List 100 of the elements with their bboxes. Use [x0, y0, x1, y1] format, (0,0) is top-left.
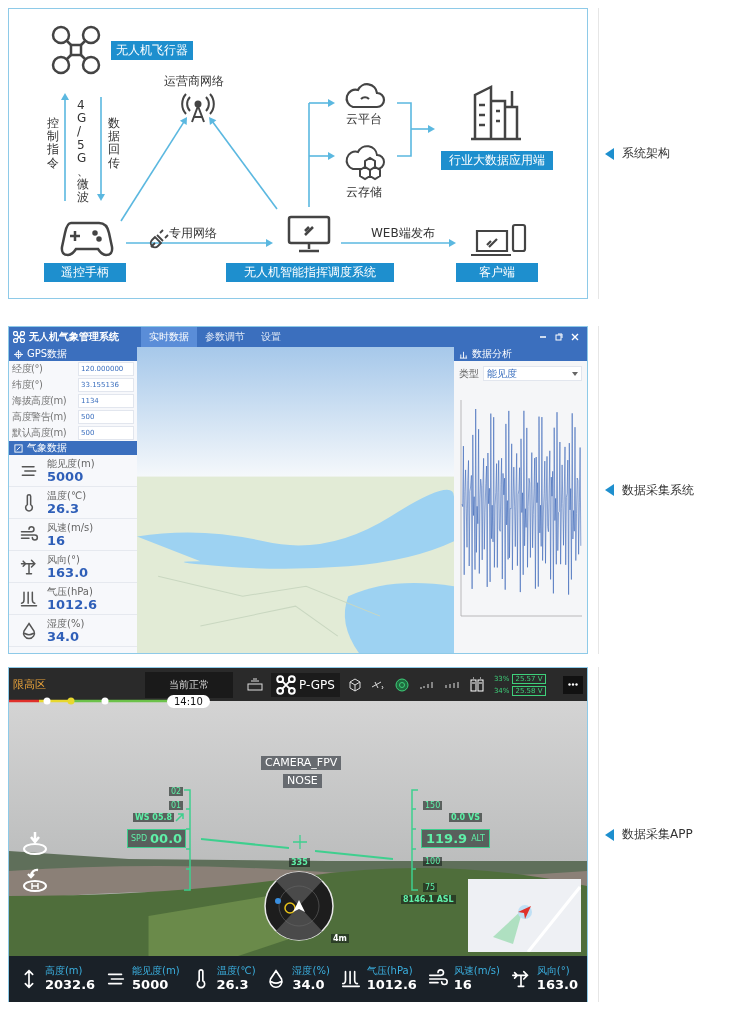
- close-icon[interactable]: [571, 333, 579, 341]
- arrow: [308, 99, 335, 107]
- status-box: 当前正常: [145, 671, 233, 698]
- edge-label: 数据回传: [108, 117, 120, 170]
- app-title: 无人机气象管理系统: [29, 330, 119, 344]
- camera-label: CAMERA_FPV: [261, 756, 342, 770]
- connector-line: [396, 102, 412, 157]
- section-title: GPS数据: [27, 347, 68, 361]
- crosshair-icon: [14, 349, 23, 359]
- edge-label: 专用网络: [169, 225, 217, 242]
- edit-icon: [14, 443, 23, 453]
- gamepad-icon: [60, 221, 114, 257]
- telemetry-value: 26.3: [216, 977, 250, 993]
- landing-button[interactable]: [21, 829, 49, 857]
- node-label: 云平台: [346, 111, 382, 128]
- pointer-icon: [605, 828, 614, 841]
- drone-icon: [51, 25, 101, 75]
- speed-label: SPD: [131, 834, 148, 843]
- telemetry-value: 34.0: [292, 977, 326, 993]
- node-label: 无人机飞行器: [111, 41, 193, 60]
- reading-label: 能见度(m): [47, 457, 95, 469]
- telemetry-label: 风速(m/s): [453, 965, 500, 977]
- reading-label: 气压(hPa): [47, 585, 94, 597]
- scale-label: 150: [423, 801, 443, 810]
- return-home-icon: [22, 867, 48, 893]
- distance-readout: 4m: [331, 934, 349, 943]
- field-label: 默认高度(m): [12, 426, 68, 440]
- plug-icon: [149, 229, 169, 249]
- telemetry-label: 温度(℃): [216, 965, 256, 977]
- asl-readout: 8146.1 ASL: [401, 895, 456, 904]
- scale-label: 01: [169, 801, 184, 810]
- caret-icon: [572, 371, 578, 376]
- wind-speed-readout: WS 05.8: [133, 813, 175, 822]
- telemetry-value: 5000: [132, 977, 170, 993]
- cloud-storage-icon: [345, 145, 385, 181]
- edge-label: 4G/5G、微波: [77, 99, 89, 205]
- telemetry-label: 高度(m): [44, 965, 84, 977]
- antenna-icon: [181, 93, 215, 123]
- node-label: 云存储: [346, 184, 382, 201]
- telemetry-label: 气压(hPa): [366, 965, 414, 977]
- reading-label: 风向(°): [47, 553, 81, 565]
- section-label: 系统架构: [622, 145, 670, 162]
- section-title: 数据分析: [472, 347, 512, 361]
- restore-icon[interactable]: [555, 333, 563, 341]
- field-label: 高度警告(m): [12, 410, 68, 424]
- drone-icon: [13, 331, 25, 343]
- return-home-button[interactable]: [21, 866, 49, 894]
- telemetry-label: 能见度(m): [132, 965, 180, 977]
- heading-readout: 335: [289, 858, 310, 867]
- reading-label: 温度(℃): [47, 489, 87, 501]
- signal-icon: [417, 679, 436, 690]
- reading-value: 1012.6: [47, 596, 98, 612]
- node-label: 运营商网络: [164, 73, 224, 90]
- section-label: 数据采集APP: [622, 826, 693, 843]
- drone-icon: [276, 674, 296, 695]
- chart-icon: [459, 349, 468, 359]
- arrow: [410, 125, 435, 133]
- nav-tab[interactable]: 实时数据: [141, 327, 197, 347]
- cube-icon: [347, 677, 362, 692]
- node-label: 行业大数据应用端: [441, 151, 553, 170]
- view-label: NOSE: [283, 774, 322, 788]
- pointer-icon: [605, 484, 614, 496]
- reading-value: 26.3: [47, 500, 80, 516]
- field-label: 经度(°): [12, 362, 44, 376]
- nav-tab[interactable]: 参数调节: [197, 327, 253, 347]
- section-title: 气象数据: [27, 441, 67, 455]
- edge-label: 控制指令: [47, 117, 59, 170]
- arrow: [308, 152, 335, 160]
- telemetry-value: 16: [453, 977, 473, 993]
- field-label: 海拔高度(m): [12, 394, 68, 408]
- telemetry-label: 湿度(%): [292, 965, 330, 977]
- pressure-icon: [339, 968, 362, 990]
- reading-label: 风速(m/s): [47, 521, 94, 533]
- node-label: 客户端: [456, 263, 538, 282]
- target-icon: [393, 676, 410, 693]
- edge-label: WEB端发布: [371, 225, 435, 242]
- nav-tab[interactable]: 设置: [253, 327, 289, 347]
- reading-value: 34.0: [47, 628, 80, 644]
- altitude-label: ALT: [471, 834, 485, 843]
- telemetry-value: 163.0: [536, 977, 578, 993]
- speed-value: 00.0: [150, 831, 183, 846]
- vertical-speed-readout: 0.0 VS: [449, 813, 482, 822]
- battery-icon: [469, 676, 486, 693]
- node-label: 遥控手柄: [44, 263, 126, 282]
- flight-time: 14:10: [167, 695, 210, 708]
- telemetry-label: 风向(°): [536, 965, 571, 977]
- field-label: 纬度(°): [12, 378, 44, 392]
- signal-icon: [443, 679, 462, 690]
- more-button[interactable]: [563, 675, 583, 694]
- cloud-icon: [345, 83, 386, 109]
- laptop-phone-icon: [469, 223, 527, 257]
- type-dropdown[interactable]: 能见度: [483, 366, 582, 381]
- reading-value: 16: [47, 532, 67, 548]
- more-icon: [568, 683, 578, 686]
- telemetry-value: 2032.6: [44, 977, 96, 993]
- minimize-icon[interactable]: [539, 333, 547, 341]
- altitude-value: 119.9: [426, 831, 468, 846]
- section-label: 数据采集系统: [622, 481, 694, 499]
- telemetry-value: 1012.6: [366, 977, 417, 993]
- crosshair-icon: [293, 835, 307, 849]
